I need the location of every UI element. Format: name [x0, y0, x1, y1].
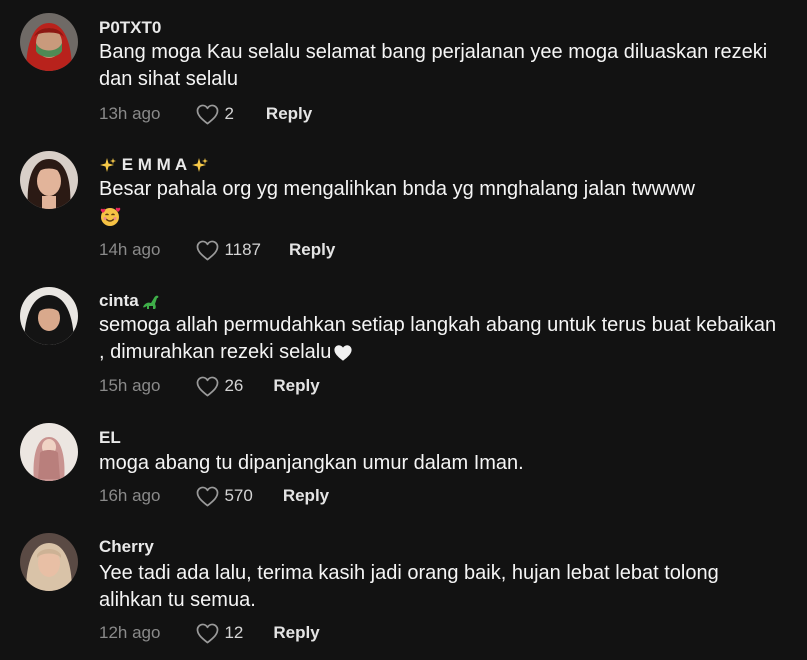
reply-button[interactable]: Reply	[273, 623, 319, 643]
smiling-face-with-hearts-icon	[99, 206, 121, 228]
reply-button[interactable]: Reply	[266, 104, 312, 124]
timestamp: 12h ago	[99, 623, 161, 642]
heart-outline-icon	[197, 376, 219, 396]
avatar[interactable]	[20, 151, 78, 209]
reply-button[interactable]: Reply	[289, 240, 335, 260]
timestamp: 14h ago	[99, 240, 161, 259]
comment-text: Bang moga Kau selalu selamat bang perjal…	[99, 41, 768, 90]
like-count: 26	[224, 376, 244, 395]
comment-meta: 13h ago 2 Reply	[99, 102, 312, 126]
like-count: 12	[224, 623, 244, 642]
like-count: 570	[224, 486, 253, 505]
comment-text: moga abang tu dipanjangkan umur dalam Im…	[99, 452, 524, 474]
reply-button[interactable]: Reply	[283, 486, 329, 506]
sauropod-icon	[142, 294, 160, 310]
avatar-woman-green-mask-red-hijab	[20, 13, 78, 71]
timestamp: 13h ago	[99, 104, 161, 123]
username[interactable]: P0TXT0	[99, 18, 161, 38]
timestamp: 16h ago	[99, 486, 161, 505]
avatar[interactable]	[20, 423, 78, 481]
avatar[interactable]	[20, 13, 78, 71]
reply-button[interactable]: Reply	[273, 376, 319, 396]
avatar-illustrated-pink-hijab	[20, 423, 78, 481]
comment-meta: 16h ago 570 Reply	[99, 484, 329, 508]
avatar-woman-dark-hair	[20, 151, 78, 209]
comment-meta: 12h ago 12 Reply	[99, 621, 320, 645]
username[interactable]: EL	[99, 428, 121, 448]
avatar[interactable]	[20, 287, 78, 345]
like-button[interactable]: 570	[196, 486, 253, 507]
like-button[interactable]: 2	[196, 104, 234, 125]
like-button[interactable]: 1187	[196, 240, 261, 261]
comment-text: Besar pahala org yg mengalihkan bnda yg …	[99, 176, 779, 230]
comment-meta: 15h ago 26 Reply	[99, 374, 320, 398]
sparkles-icon	[99, 157, 117, 175]
username[interactable]: cinta	[99, 291, 160, 311]
avatar-woman-black-hijab	[20, 287, 78, 345]
heart-outline-icon	[197, 240, 219, 260]
comment-text: semoga allah permudahkan setiap langkah …	[99, 314, 777, 363]
heart-outline-icon	[197, 486, 219, 506]
sparkles-icon	[191, 157, 209, 175]
timestamp: 15h ago	[99, 376, 161, 395]
white-heart-icon	[333, 344, 353, 362]
heart-outline-icon	[197, 623, 219, 643]
username[interactable]: Cherry	[99, 537, 154, 557]
username[interactable]: E M M A	[99, 155, 209, 175]
like-button[interactable]: 26	[196, 376, 243, 397]
like-count: 1187	[224, 240, 262, 259]
heart-outline-icon	[197, 104, 219, 124]
comment-meta: 14h ago 1187 Reply	[99, 238, 335, 262]
like-count: 2	[224, 104, 234, 123]
avatar[interactable]	[20, 533, 78, 591]
avatar-woman-beige-hijab	[20, 533, 78, 591]
comment-text: Yee tadi ada lalu, terima kasih jadi ora…	[99, 562, 719, 611]
like-button[interactable]: 12	[196, 623, 243, 644]
